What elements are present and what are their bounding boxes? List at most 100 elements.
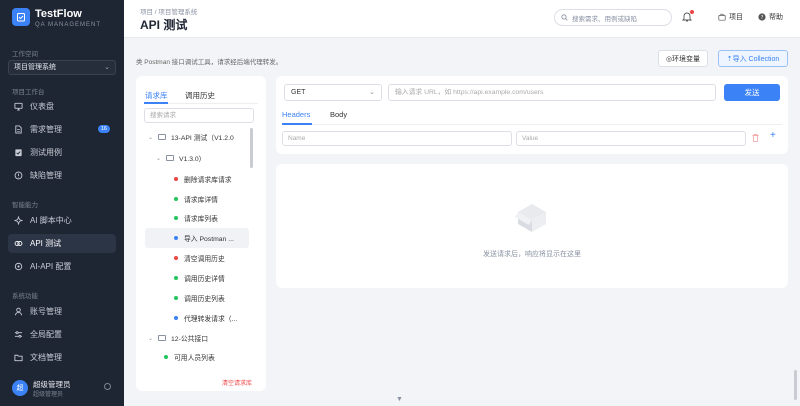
sidebar-item-label: 文档管理 <box>30 353 62 362</box>
header-name-input[interactable]: Name <box>282 131 512 146</box>
sidebar-item-label: 缺陷管理 <box>30 171 62 180</box>
request-search-input[interactable]: 搜索请求 <box>144 108 254 123</box>
tree-label: 删除请求库请求 <box>184 177 232 184</box>
workspace-label: 工作空间 <box>12 51 38 58</box>
response-panel: 发送请求后，响应将显示在这里 <box>276 164 788 288</box>
folder-icon <box>158 134 167 140</box>
tree-request[interactable]: 调用历史列表 <box>174 288 225 308</box>
page-description: 类 Postman 接口调试工具，请求经后端代理转发。 <box>136 59 283 66</box>
tree-label: 请求库列表 <box>184 216 218 223</box>
sidebar-item-label: API 测试 <box>30 239 62 248</box>
monitor-icon <box>14 102 23 111</box>
active-tab-indicator <box>144 102 168 104</box>
tab-divider <box>282 124 782 125</box>
tree-folder[interactable]: ⌄ V1.3.0） <box>156 148 205 168</box>
sidebar-item-global-config[interactable]: 全局配置 <box>8 325 116 344</box>
help-icon: ? <box>758 13 766 21</box>
trash-icon[interactable] <box>752 134 759 142</box>
bug-icon <box>14 171 23 180</box>
tab-request-library[interactable]: 请求库 <box>145 90 168 101</box>
sidebar-item-accounts[interactable]: 账号管理 <box>8 302 116 321</box>
empty-box-icon <box>515 204 546 232</box>
tab-headers[interactable]: Headers <box>282 110 310 119</box>
clipboard-icon <box>15 149 22 157</box>
folder-icon <box>14 354 23 362</box>
tree-folder[interactable]: ⌄ 13-API 测试（V1.2.0 <box>148 127 234 147</box>
tree-request[interactable]: 调用历史详情 <box>174 268 225 288</box>
empty-response-text: 发送请求后，响应将显示在这里 <box>483 251 581 258</box>
method-dot <box>174 276 178 280</box>
svg-text:?: ? <box>761 15 764 21</box>
help-link-label: 帮助 <box>769 14 783 21</box>
env-variables-button[interactable]: ◎环境变量 <box>658 50 708 67</box>
tree-request[interactable]: 请求库列表 <box>174 208 218 228</box>
sidebar-item-ai-api-config[interactable]: AI-API 配置 <box>8 257 116 276</box>
count-badge: 16 <box>97 125 110 133</box>
tree-label: 代理转发请求（... <box>184 316 238 323</box>
document-icon <box>15 125 22 134</box>
search-placeholder: 搜索需求、用例或缺陷 <box>572 15 637 23</box>
tree-request[interactable]: 请求库详情 <box>174 189 218 209</box>
header-value-input[interactable]: Value <box>516 131 746 146</box>
sidebar-item-label: 全局配置 <box>30 330 62 339</box>
tree-request[interactable]: 清空调用历史 <box>174 248 225 268</box>
tree-label: V1.3.0） <box>179 156 206 163</box>
page-scrollbar[interactable] <box>794 370 797 400</box>
tree-request[interactable]: 代理转发请求（... <box>174 308 237 328</box>
chevron-down-icon: ⌄ <box>104 64 110 71</box>
sidebar-item-defects[interactable]: 缺陷管理 <box>8 166 116 185</box>
method-dot <box>174 296 178 300</box>
sidebar-item-label: AI-API 配置 <box>30 262 72 271</box>
tree-label: 调用历史详情 <box>184 276 225 283</box>
tree-label: 可用人员列表 <box>174 355 215 362</box>
method-dot <box>174 216 178 220</box>
tab-call-history[interactable]: 调用历史 <box>185 90 215 101</box>
sidebar-item-testcases[interactable]: 测试用例 <box>8 143 116 162</box>
sidebar-item-dashboard[interactable]: 仪表盘 <box>8 97 116 116</box>
import-collection-button[interactable]: ⇡导入 Collection <box>718 50 788 67</box>
method-dot <box>174 256 178 260</box>
method-select[interactable]: GET ⌄ <box>284 84 382 101</box>
chevron-down-icon: ⌄ <box>369 89 375 96</box>
sidebar-item-requirements[interactable]: 需求管理 16 <box>8 120 116 139</box>
sidebar-item-label: 需求管理 <box>30 125 62 134</box>
tree-folder[interactable]: ⌄ 12-公共接口 <box>148 328 208 348</box>
method-dot <box>164 355 168 359</box>
tab-body[interactable]: Body <box>330 110 347 119</box>
send-button[interactable]: 发送 <box>724 84 780 101</box>
scroll-down-icon[interactable]: ▼ <box>396 396 403 403</box>
tree-request[interactable]: 可用人员列表 <box>164 347 215 367</box>
sidebar-item-label: 仪表盘 <box>30 102 54 111</box>
method-dot <box>174 236 178 240</box>
global-search-input[interactable]: 搜索需求、用例或缺陷 <box>554 9 672 26</box>
clear-library-button[interactable]: 清空请求库 <box>222 378 252 387</box>
url-input[interactable]: 输入请求 URL，如 https://api.example.com/users <box>388 84 716 101</box>
sidebar-item-api-test[interactable]: API 测试 <box>8 234 116 253</box>
tree-scrollbar[interactable] <box>250 128 253 168</box>
user-icon <box>14 307 23 316</box>
add-header-button[interactable]: + <box>770 130 776 141</box>
method-dot <box>174 197 178 201</box>
tree-label: 清空调用历史 <box>184 256 225 263</box>
section-system-label: 系统功能 <box>12 293 38 300</box>
sidebar-item-docs[interactable]: 文档管理 <box>8 348 116 367</box>
chevron-down-icon: ⌄ <box>148 335 154 342</box>
project-link[interactable]: 项目 <box>718 12 743 22</box>
breadcrumb: 项目 / 项目管理系统 <box>140 9 198 16</box>
sidebar-item-ai-scripts[interactable]: AI 脚本中心 <box>8 211 116 230</box>
tree-request-selected[interactable]: 导入 Postman ... <box>145 228 249 248</box>
tree-label: 调用历史列表 <box>184 296 225 303</box>
sliders-icon <box>14 331 23 338</box>
tree-label: 13-API 测试（V1.2.0 <box>171 135 234 142</box>
tree-label: 请求库详情 <box>184 197 218 204</box>
settings-icon[interactable] <box>104 383 111 390</box>
gear-icon <box>14 262 23 271</box>
folder-icon <box>166 155 175 161</box>
briefcase-icon <box>718 13 726 21</box>
help-link[interactable]: ? 帮助 <box>758 12 783 22</box>
workspace-select[interactable]: 项目管理系统 ⌄ <box>8 60 116 75</box>
avatar[interactable]: 超 <box>12 380 28 396</box>
folder-icon <box>158 335 167 341</box>
page-title: API 测试 <box>140 18 188 32</box>
tree-request[interactable]: 删除请求库请求 <box>174 169 232 189</box>
